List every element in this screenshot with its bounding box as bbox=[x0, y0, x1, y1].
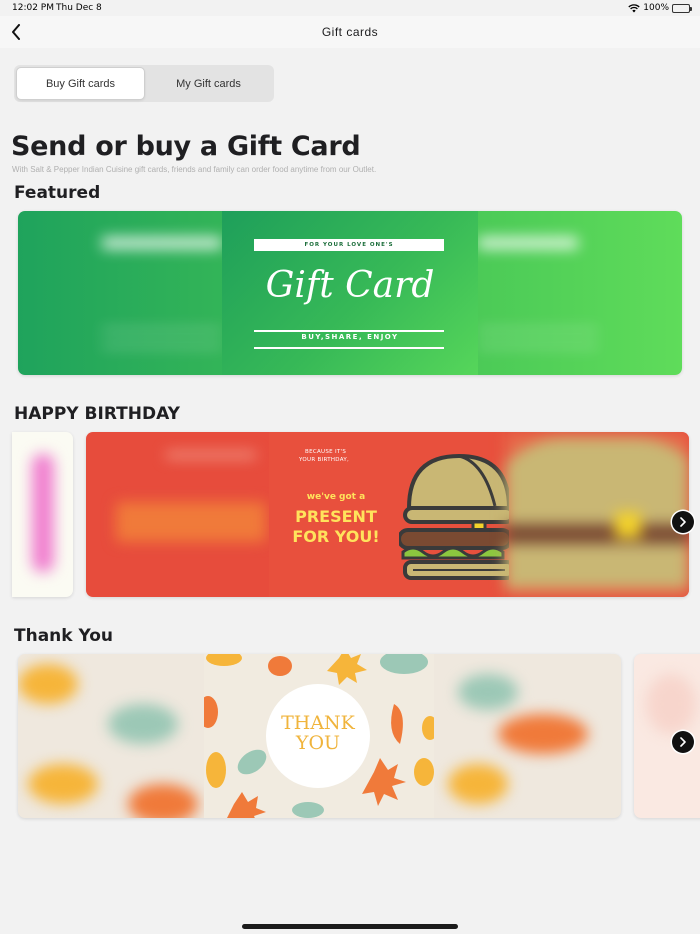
thank-you-line-1: THANK bbox=[281, 712, 355, 734]
featured-card-title: Gift Card bbox=[265, 265, 435, 306]
featured-gift-card[interactable]: FOR YOUR LOVE ONE'S Gift Card BUY,SHARE,… bbox=[18, 211, 682, 375]
battery-icon bbox=[672, 3, 692, 13]
status-indicators: 100% bbox=[628, 3, 692, 13]
birthday-card-previous[interactable] bbox=[12, 432, 73, 597]
featured-card-divider-top bbox=[254, 330, 444, 332]
birthday-next-button[interactable] bbox=[672, 511, 694, 533]
birthday-card-blurred-right bbox=[505, 432, 689, 597]
headline: Send or buy a Gift Card bbox=[11, 131, 361, 162]
tab-buy-gift-cards[interactable]: Buy Gift cards bbox=[16, 67, 145, 100]
section-title-featured: Featured bbox=[14, 183, 101, 203]
status-time: 12:02 PM bbox=[12, 3, 54, 13]
section-title-thank-you: Thank You bbox=[14, 626, 114, 646]
status-bar: 12:02 PM Thu Dec 8 100% bbox=[0, 0, 700, 16]
featured-card-artwork: FOR YOUR LOVE ONE'S Gift Card BUY,SHARE,… bbox=[222, 211, 478, 375]
battery-percent: 100% bbox=[643, 3, 669, 13]
birthday-card-small-line-1: BECAUSE IT'S bbox=[305, 449, 347, 455]
birthday-card-present-line-2: FOR YOU! bbox=[292, 527, 380, 546]
wifi-icon bbox=[628, 3, 640, 12]
headline-description: With Salt & Pepper Indian Cuisine gift c… bbox=[12, 165, 377, 174]
gift-card-segmented-control: Buy Gift cards My Gift cards bbox=[14, 65, 274, 102]
featured-card-divider-bottom bbox=[254, 347, 444, 349]
home-indicator bbox=[242, 924, 458, 929]
thank-you-card-artwork: THANK YOU bbox=[204, 654, 434, 818]
tab-my-gift-cards[interactable]: My Gift cards bbox=[145, 67, 272, 100]
birthday-card-present-line-1: PRESENT bbox=[295, 507, 377, 526]
section-title-birthday: HAPPY BIRTHDAY bbox=[14, 404, 180, 424]
chevron-right-icon bbox=[680, 737, 686, 747]
thank-you-line-2: YOU bbox=[295, 731, 341, 754]
page-title: Gift cards bbox=[321, 25, 379, 39]
featured-card-top-text: FOR YOUR LOVE ONE'S bbox=[254, 239, 444, 251]
navigation-bar: Gift cards bbox=[0, 16, 700, 48]
thank-you-card-text: THANK YOU bbox=[266, 712, 370, 754]
status-date: Thu Dec 8 bbox=[56, 3, 102, 13]
chevron-right-icon bbox=[680, 517, 686, 527]
thank-you-gift-card[interactable]: THANK YOU bbox=[18, 654, 621, 818]
birthday-gift-card[interactable]: BECAUSE IT'S YOUR BIRTHDAY, we've got a … bbox=[86, 432, 689, 597]
featured-card-tagline: BUY,SHARE, ENJOY bbox=[301, 333, 399, 341]
birthday-card-small-line-2: YOUR BIRTHDAY, bbox=[299, 457, 350, 464]
previous-card-artwork bbox=[32, 454, 54, 572]
birthday-card-small-text: BECAUSE IT'S YOUR BIRTHDAY, bbox=[283, 448, 349, 465]
thank-you-next-button[interactable] bbox=[672, 731, 694, 753]
birthday-card-got-text: we've got a bbox=[306, 492, 366, 502]
burger-icon bbox=[399, 453, 509, 580]
birthday-card-artwork: BECAUSE IT'S YOUR BIRTHDAY, we've got a … bbox=[269, 432, 509, 597]
